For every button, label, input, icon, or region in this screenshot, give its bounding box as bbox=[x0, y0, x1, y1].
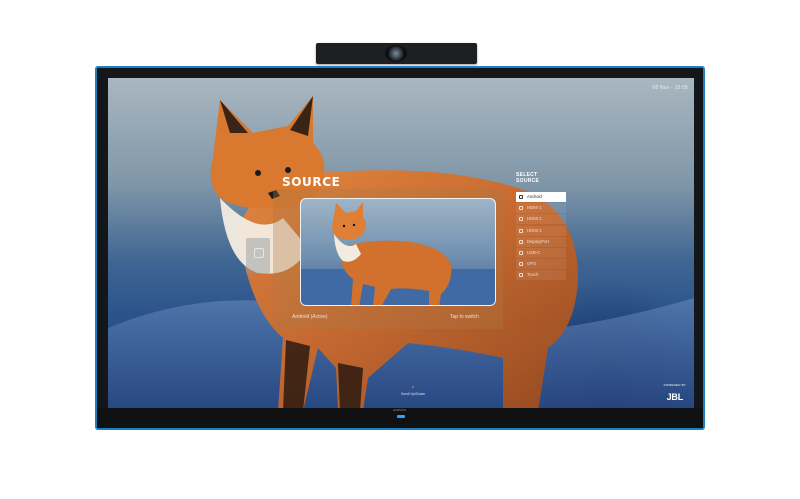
tap-to-switch-button[interactable]: Tap to switch bbox=[450, 314, 479, 320]
source-item-label: HDMI 3 bbox=[527, 227, 542, 233]
source-item-ops[interactable]: OPS bbox=[516, 259, 566, 270]
hdmi-icon bbox=[519, 228, 523, 233]
select-header-line-2: SOURCE bbox=[516, 178, 540, 184]
source-item-label: Touch bbox=[527, 272, 539, 278]
source-item-android[interactable]: Android bbox=[516, 192, 566, 202]
input-icon bbox=[254, 248, 264, 258]
source-item-label: OPS bbox=[527, 261, 537, 267]
displayport-icon bbox=[519, 239, 523, 244]
jbl-logo: JBL bbox=[666, 392, 684, 402]
ops-icon bbox=[519, 262, 523, 267]
bezel-brand: HARMAN bbox=[393, 408, 407, 412]
fox-preview-image bbox=[301, 202, 495, 305]
usb-c-icon bbox=[519, 250, 523, 255]
select-source-header: SELECT SOURCE bbox=[516, 172, 539, 184]
hdmi-icon bbox=[519, 206, 523, 211]
source-item-hdmi-1[interactable]: HDMI 1 bbox=[516, 203, 566, 214]
camera-bar bbox=[316, 43, 477, 64]
powered-by-label: POWERED BY bbox=[663, 383, 686, 387]
monitor-bottom-bezel: HARMAN bbox=[97, 408, 703, 428]
clock: 08 Nov - 15:05 bbox=[652, 85, 688, 91]
source-side-card[interactable] bbox=[246, 238, 270, 274]
display-screen: 08 Nov - 15:05 SOURCE Android (Active) T… bbox=[108, 78, 694, 411]
hdmi-icon bbox=[519, 217, 523, 222]
source-item-label: HDMI 2 bbox=[527, 216, 542, 222]
page-title: SOURCE bbox=[282, 175, 341, 189]
scroll-hint-label: Scroll Up/Down bbox=[400, 392, 426, 396]
source-item-displayport[interactable]: DisplayPort bbox=[516, 236, 566, 247]
source-item-hdmi-3[interactable]: HDMI 3 bbox=[516, 225, 566, 236]
source-list: Android HDMI 1 HDMI 2 HDMI 3 DisplayPort… bbox=[516, 192, 566, 282]
active-source-label: Android (Active) bbox=[292, 314, 328, 320]
source-item-hdmi-2[interactable]: HDMI 2 bbox=[516, 214, 566, 225]
android-icon bbox=[519, 195, 523, 199]
source-item-label: DisplayPort bbox=[527, 238, 549, 244]
jbl-branding: POWERED BY JBL bbox=[664, 383, 686, 405]
display-monitor: 08 Nov - 15:05 SOURCE Android (Active) T… bbox=[95, 66, 705, 430]
touch-icon bbox=[519, 273, 523, 278]
camera-lens-icon bbox=[385, 45, 407, 62]
source-preview[interactable] bbox=[300, 198, 496, 306]
scroll-hint: ⌃ Scroll Up/Down bbox=[395, 387, 431, 397]
source-item-label: USB-C bbox=[527, 249, 541, 255]
power-led-icon bbox=[397, 415, 405, 418]
source-item-label: HDMI 1 bbox=[527, 205, 542, 211]
source-item-label: Android bbox=[527, 194, 542, 199]
source-item-touch[interactable]: Touch bbox=[516, 270, 566, 281]
source-item-usb-c[interactable]: USB-C bbox=[516, 247, 566, 258]
